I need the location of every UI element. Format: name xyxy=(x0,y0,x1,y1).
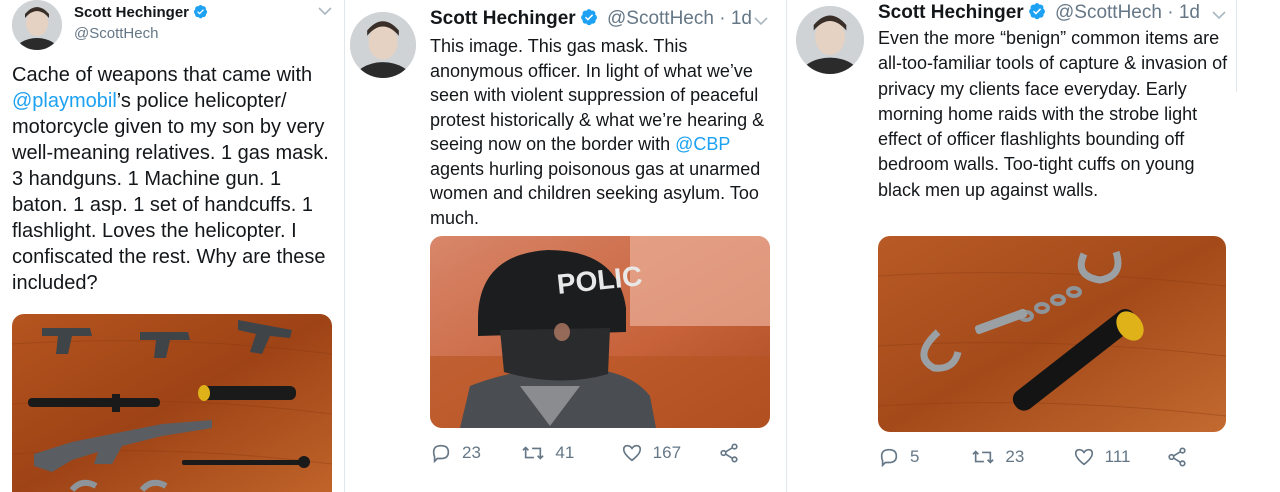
tweet-actions: 5 23 111 xyxy=(878,446,1188,468)
like-icon xyxy=(622,444,641,462)
verified-badge-icon xyxy=(580,9,597,26)
tweet-1: Scott Hechinger @ScottHech Cache of weap… xyxy=(0,0,342,492)
author-name[interactable]: Scott Hechinger xyxy=(878,2,1024,23)
panel-divider xyxy=(1236,0,1237,92)
tweet-text: Even the more “benign” common items are … xyxy=(878,28,1228,200)
chevron-down-icon[interactable] xyxy=(1212,10,1226,20)
reply-icon xyxy=(880,448,898,468)
tweet-photo[interactable] xyxy=(12,314,332,492)
share-icon xyxy=(1168,447,1186,467)
share-icon xyxy=(720,443,738,463)
avatar[interactable] xyxy=(350,12,416,78)
reply-button[interactable]: 5 xyxy=(878,446,971,468)
tweet-3: Scott Hechinger @ScottHech · 1d Even the… xyxy=(792,0,1244,492)
masked-officer-image: POLIC xyxy=(430,236,770,428)
author-handle[interactable]: @ScottHech xyxy=(74,25,158,42)
like-count: 111 xyxy=(1104,447,1131,466)
retweet-count: 41 xyxy=(555,443,575,462)
retweet-button[interactable]: 41 xyxy=(521,442,620,464)
tweet-photo[interactable]: POLIC xyxy=(430,236,770,428)
timestamp[interactable]: · 1d xyxy=(1167,2,1200,23)
reply-count: 5 xyxy=(910,447,920,466)
tweet-photo[interactable] xyxy=(878,236,1226,432)
reply-icon xyxy=(432,444,450,464)
retweet-button[interactable]: 23 xyxy=(971,446,1072,468)
retweet-icon xyxy=(522,446,545,460)
avatar[interactable] xyxy=(796,6,864,74)
reply-count: 23 xyxy=(462,443,481,462)
chevron-down-icon[interactable] xyxy=(754,16,768,26)
share-button[interactable] xyxy=(718,442,740,464)
avatar[interactable] xyxy=(12,0,62,50)
reply-button[interactable]: 23 xyxy=(430,442,521,464)
like-button[interactable]: 111 xyxy=(1073,446,1166,468)
like-button[interactable]: 167 xyxy=(621,442,718,464)
mention-link[interactable]: @playmobil xyxy=(12,90,117,112)
tweet-actions: 23 41 167 xyxy=(430,442,740,464)
like-icon xyxy=(1074,448,1093,466)
avatar-photo xyxy=(12,0,62,50)
tweet-text: Cache of weapons that came with @playmob… xyxy=(12,64,329,294)
author-name[interactable]: Scott Hechinger xyxy=(74,4,189,21)
mention-link[interactable]: @CBP xyxy=(675,134,730,154)
author-name[interactable]: Scott Hechinger xyxy=(430,8,576,29)
tweet-2: Scott Hechinger @ScottHech · 1d This ima… xyxy=(348,0,782,492)
retweet-icon xyxy=(972,450,995,464)
handcuffs-flashlight-image xyxy=(878,236,1226,432)
like-count: 167 xyxy=(652,443,682,462)
avatar-photo xyxy=(350,12,416,78)
verified-badge-icon xyxy=(193,4,208,19)
retweet-count: 23 xyxy=(1005,447,1025,466)
author-handle[interactable]: @ScottHech xyxy=(1055,2,1162,23)
panel-divider xyxy=(786,0,787,492)
chevron-down-icon[interactable] xyxy=(318,6,332,16)
author-handle[interactable]: @ScottHech xyxy=(607,8,714,29)
tweet-text: This image. This gas mask. This anonymou… xyxy=(430,36,765,228)
panel-divider xyxy=(344,0,345,492)
avatar-photo xyxy=(796,6,864,74)
verified-badge-icon xyxy=(1028,3,1045,20)
timestamp[interactable]: · 1d xyxy=(719,8,752,29)
toy-weapons-image xyxy=(12,314,332,492)
share-button[interactable] xyxy=(1166,446,1188,468)
